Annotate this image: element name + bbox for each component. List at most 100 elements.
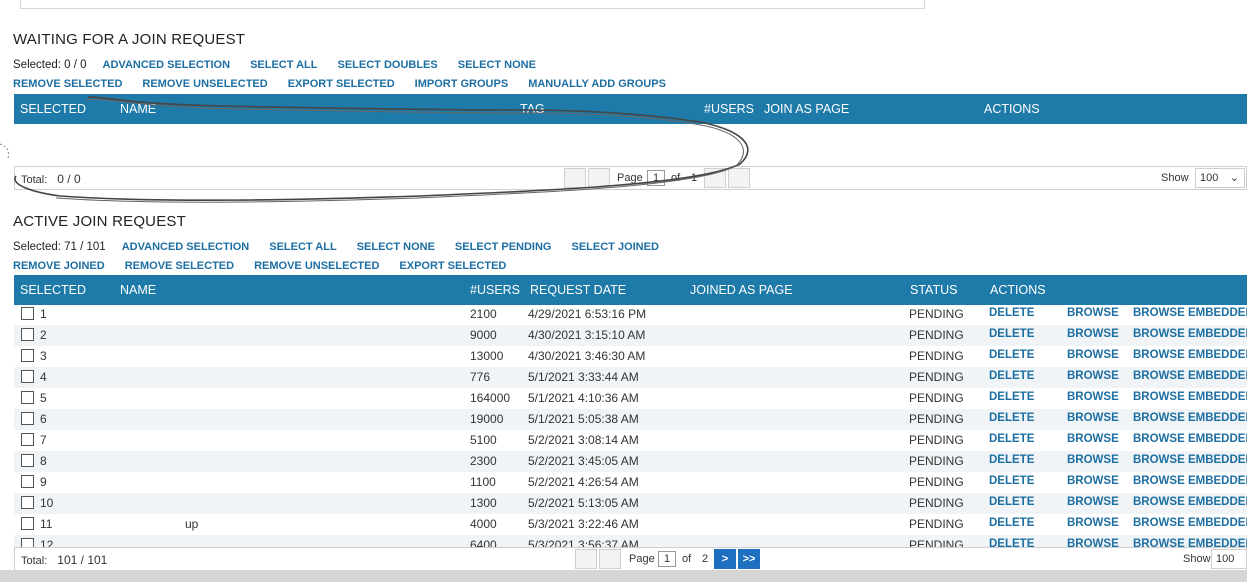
row-checkbox[interactable] (21, 391, 34, 404)
active-col-actions: ACTIONS (990, 283, 1046, 297)
active-col-request-date[interactable]: REQUEST DATE (530, 283, 626, 297)
delete-link[interactable]: DELETE (989, 454, 1034, 466)
browse-embedded-link[interactable]: BROWSE EMBEDDED (1133, 349, 1247, 361)
waiting-select-doubles-button[interactable]: SELECT DOUBLES (338, 59, 438, 71)
delete-link[interactable]: DELETE (989, 517, 1034, 529)
browse-link[interactable]: BROWSE (1067, 307, 1119, 319)
browse-embedded-link[interactable]: BROWSE EMBEDDED (1133, 496, 1247, 508)
browse-link[interactable]: BROWSE (1067, 496, 1119, 508)
browse-embedded-link[interactable]: BROWSE EMBEDDED (1133, 370, 1247, 382)
active-col-selected[interactable]: SELECTED (20, 283, 86, 297)
row-status: PENDING (909, 370, 964, 384)
waiting-select-all-button[interactable]: SELECT ALL (250, 59, 317, 71)
row-checkbox[interactable] (21, 328, 34, 341)
row-users: 1100 (470, 475, 496, 489)
row-request-date: 5/2/2021 3:08:14 AM (528, 433, 639, 447)
waiting-page-size-select[interactable]: 100 ⌄ (1195, 168, 1245, 188)
row-number: 9 (40, 475, 47, 489)
row-number: 4 (40, 370, 47, 384)
active-toolbar-row2: REMOVE JOINED REMOVE SELECTED REMOVE UNS… (13, 260, 526, 272)
active-total-value: 101 / 101 (57, 553, 108, 567)
active-select-pending-button[interactable]: SELECT PENDING (455, 241, 552, 253)
browse-embedded-link[interactable]: BROWSE EMBEDDED (1133, 454, 1247, 466)
row-users: 6400 (470, 538, 497, 547)
active-remove-unselected-button[interactable]: REMOVE UNSELECTED (254, 260, 379, 272)
active-advanced-selection-button[interactable]: ADVANCED SELECTION (122, 241, 250, 253)
table-row: 11 up 4000 5/3/2021 3:22:46 AM PENDING DELETE… (14, 514, 1247, 535)
browse-embedded-link[interactable]: BROWSE EMBEDDED (1133, 412, 1247, 424)
active-col-status[interactable]: STATUS (910, 283, 957, 297)
active-select-all-button[interactable]: SELECT ALL (269, 241, 336, 253)
row-request-date: 5/1/2021 3:33:44 AM (528, 370, 639, 384)
active-page-input[interactable]: 1 (658, 551, 676, 567)
browse-link[interactable]: BROWSE (1067, 538, 1119, 547)
active-select-none-button[interactable]: SELECT NONE (357, 241, 435, 253)
active-page-size-select[interactable]: 100 (1211, 549, 1247, 569)
active-next-page-button[interactable]: > (714, 549, 736, 569)
active-col-users[interactable]: #USERS (470, 283, 520, 297)
row-checkbox[interactable] (21, 307, 34, 320)
browse-link[interactable]: BROWSE (1067, 349, 1119, 361)
browse-embedded-link[interactable]: BROWSE EMBEDDED (1133, 307, 1247, 319)
active-col-name[interactable]: NAME (120, 283, 156, 297)
waiting-advanced-selection-button[interactable]: ADVANCED SELECTION (103, 59, 231, 71)
browse-link[interactable]: BROWSE (1067, 475, 1119, 487)
row-checkbox[interactable] (21, 370, 34, 383)
row-checkbox[interactable] (21, 496, 34, 509)
active-remove-joined-button[interactable]: REMOVE JOINED (13, 260, 105, 272)
active-show-label: Show (1183, 553, 1211, 565)
active-toolbar-row1: Selected: 71 / 101 ADVANCED SELECTION SE… (13, 241, 679, 253)
delete-link[interactable]: DELETE (989, 412, 1034, 424)
row-checkbox[interactable] (21, 454, 34, 467)
browse-embedded-link[interactable]: BROWSE EMBEDDED (1133, 538, 1247, 547)
row-checkbox[interactable] (21, 412, 34, 425)
active-select-joined-button[interactable]: SELECT JOINED (572, 241, 659, 253)
delete-link[interactable]: DELETE (989, 538, 1034, 547)
browse-link[interactable]: BROWSE (1067, 391, 1119, 403)
browse-link[interactable]: BROWSE (1067, 454, 1119, 466)
browse-link[interactable]: BROWSE (1067, 328, 1119, 340)
browse-embedded-link[interactable]: BROWSE EMBEDDED (1133, 517, 1247, 529)
row-request-date: 4/30/2021 3:46:30 AM (528, 349, 646, 363)
active-export-selected-button[interactable]: EXPORT SELECTED (399, 260, 506, 272)
row-checkbox[interactable] (21, 475, 34, 488)
row-request-date: 5/3/2021 3:56:37 AM (528, 538, 639, 547)
delete-link[interactable]: DELETE (989, 328, 1034, 340)
table-row: 12 6400 5/3/2021 3:56:37 AM PENDING DELETE BR… (14, 535, 1247, 547)
chevron-down-icon: ⌄ (1229, 172, 1239, 184)
browse-link[interactable]: BROWSE (1067, 433, 1119, 445)
delete-link[interactable]: DELETE (989, 475, 1034, 487)
active-last-page-button[interactable]: >> (738, 549, 760, 569)
table-row: 6 19000 5/1/2021 5:05:38 AM PENDING DELETE BR… (14, 409, 1247, 430)
bottom-scrollbar[interactable] (0, 570, 1247, 582)
active-col-joined-as-page[interactable]: JOINED AS PAGE (690, 283, 793, 297)
active-remove-selected-button[interactable]: REMOVE SELECTED (125, 260, 234, 272)
browse-embedded-link[interactable]: BROWSE EMBEDDED (1133, 391, 1247, 403)
browse-link[interactable]: BROWSE (1067, 370, 1119, 382)
delete-link[interactable]: DELETE (989, 391, 1034, 403)
delete-link[interactable]: DELETE (989, 370, 1034, 382)
active-page-label: Page (629, 553, 655, 565)
browse-embedded-link[interactable]: BROWSE EMBEDDED (1133, 433, 1247, 445)
table-row: 1 2100 4/29/2021 6:53:16 PM PENDING DELETE BR… (14, 304, 1247, 325)
row-status: PENDING (909, 517, 964, 531)
row-checkbox[interactable] (21, 538, 34, 547)
browse-link[interactable]: BROWSE (1067, 517, 1119, 529)
delete-link[interactable]: DELETE (989, 433, 1034, 445)
delete-link[interactable]: DELETE (989, 307, 1034, 319)
browse-embedded-link[interactable]: BROWSE EMBEDDED (1133, 475, 1247, 487)
waiting-col-join-as-page[interactable]: JOIN AS PAGE (764, 102, 849, 116)
row-checkbox[interactable] (21, 433, 34, 446)
active-first-page-button[interactable] (575, 549, 597, 569)
row-checkbox[interactable] (21, 349, 34, 362)
browse-link[interactable]: BROWSE (1067, 412, 1119, 424)
active-prev-page-button[interactable] (599, 549, 621, 569)
row-checkbox[interactable] (21, 517, 34, 530)
delete-link[interactable]: DELETE (989, 349, 1034, 361)
waiting-select-none-button[interactable]: SELECT NONE (458, 59, 536, 71)
active-section-title: ACTIVE JOIN REQUEST (13, 213, 186, 230)
row-name: up (185, 517, 199, 531)
browse-embedded-link[interactable]: BROWSE EMBEDDED (1133, 328, 1247, 340)
delete-link[interactable]: DELETE (989, 496, 1034, 508)
row-number: 3 (40, 349, 47, 363)
